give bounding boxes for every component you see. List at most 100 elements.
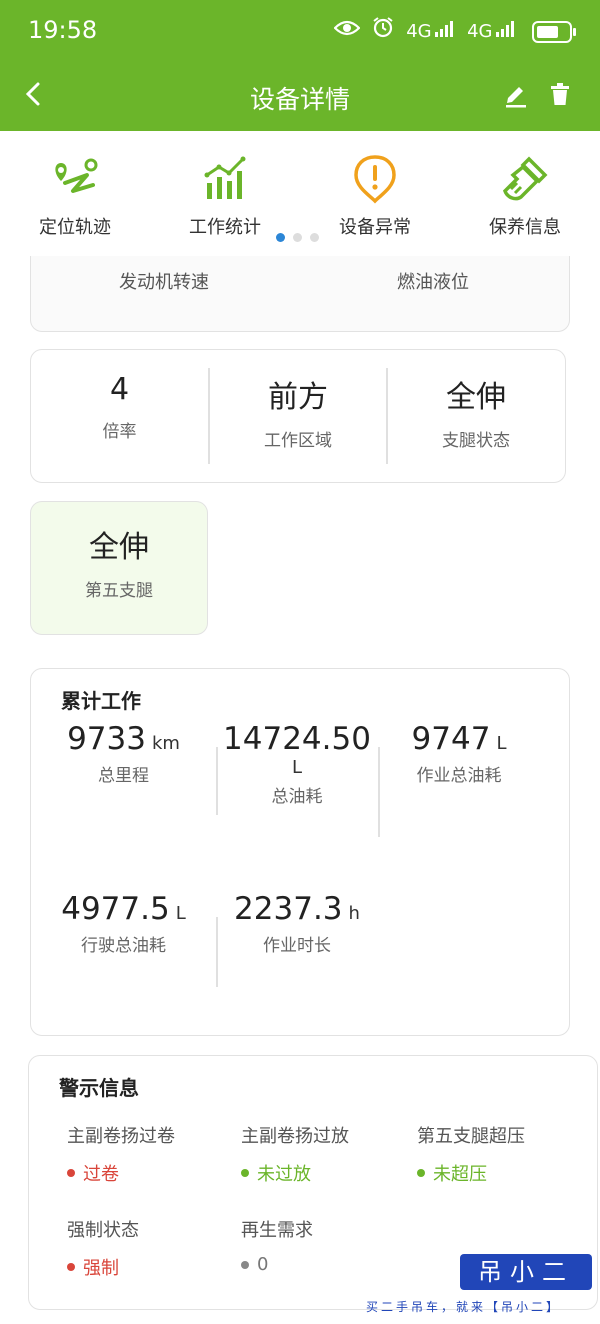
page-dot	[310, 233, 319, 242]
page-indicator	[276, 233, 319, 242]
warning-value: 0	[257, 1254, 269, 1275]
work-area-value: 前方	[268, 380, 328, 415]
stat-unit: h	[348, 903, 360, 924]
stat-unit: L	[291, 757, 303, 778]
warning-label: 第五支腿超压	[417, 1126, 525, 1147]
nav-label: 保养信息	[489, 217, 561, 238]
status-dot	[67, 1169, 75, 1177]
status-time: 19:58	[28, 16, 98, 44]
fifth-outrigger-card: 全伸 第五支腿	[30, 501, 208, 635]
status-dot	[241, 1169, 249, 1177]
work-mode-card: 4 倍率 前方 工作区域 全伸 支腿状态	[30, 349, 566, 483]
nav-maintenance[interactable]: 保养信息	[465, 153, 585, 239]
alarm-icon	[372, 16, 394, 47]
warning-item: 第五支腿超压 未超压	[417, 1122, 525, 1186]
warning-status: 未超压	[417, 1160, 525, 1186]
engine-speed-label: 发动机转速	[119, 272, 209, 293]
stat-label: 作业时长	[263, 936, 331, 956]
watermark: 吊小二 买二手吊车，就来【吊小二】	[360, 1254, 600, 1324]
quick-nav: 定位轨迹 工作统计 设备异常 保养信息	[0, 131, 600, 261]
fifth-outrigger-cell: 全伸 第五支腿	[31, 522, 207, 601]
stat-value: 4977.5	[61, 891, 170, 927]
work-area-label: 工作区域	[264, 431, 332, 451]
stat-unit: km	[151, 733, 180, 754]
warning-label: 主副卷扬过卷	[67, 1126, 175, 1147]
section-title: 累计工作	[61, 689, 141, 713]
stat-value: 9747	[411, 721, 491, 757]
nav-work-stats[interactable]: 工作统计	[165, 153, 285, 239]
warning-item: 主副卷扬过放 未过放	[241, 1122, 349, 1186]
multiplier-value: 4	[109, 372, 130, 407]
warning-item: 主副卷扬过卷 过卷	[67, 1122, 175, 1186]
status-dot	[241, 1260, 249, 1269]
stat-unit: L	[175, 903, 186, 924]
edit-button[interactable]	[502, 80, 534, 112]
location-track-icon	[55, 158, 98, 193]
work-hours-stat: 2237.3 h 作业时长	[217, 891, 377, 956]
warning-icon	[354, 155, 396, 204]
warning-value: 未过放	[257, 1164, 311, 1185]
pencil-icon	[506, 87, 526, 108]
nav-device-alarm[interactable]: 设备异常	[315, 153, 435, 239]
outrigger-state-label: 支腿状态	[442, 431, 510, 451]
outrigger-state-cell: 全伸 支腿状态	[387, 372, 565, 451]
nav-label: 定位轨迹	[39, 217, 111, 238]
app-bar: 设备详情	[0, 62, 600, 131]
warning-value: 强制	[83, 1258, 119, 1279]
warning-value: 过卷	[83, 1164, 119, 1185]
warning-label: 强制状态	[67, 1220, 139, 1241]
warning-item: 再生需求 0	[241, 1216, 313, 1275]
maintenance-brush-icon	[502, 156, 548, 201]
status-dot	[67, 1263, 75, 1271]
nav-label: 工作统计	[189, 217, 261, 238]
multiplier-cell: 4 倍率	[31, 372, 208, 442]
bar-chart-icon	[204, 156, 246, 199]
total-mileage-stat: 9733 km 总里程	[31, 721, 216, 786]
status-bar: 19:58 4G 4G	[0, 0, 600, 62]
work-area-cell: 前方 工作区域	[209, 372, 387, 451]
eye-icon	[333, 18, 361, 46]
status-dot	[417, 1169, 425, 1177]
warning-status: 过卷	[67, 1160, 175, 1186]
warning-status: 未过放	[241, 1160, 349, 1186]
outrigger-state-value: 全伸	[446, 380, 506, 415]
stat-value: 14724.50	[223, 721, 371, 757]
warning-label: 再生需求	[241, 1220, 313, 1241]
delete-button[interactable]	[546, 80, 578, 112]
battery-icon	[532, 20, 576, 43]
fifth-outrigger-value: 全伸	[89, 530, 149, 565]
stat-value: 2237.3	[234, 891, 343, 927]
fifth-outrigger-label: 第五支腿	[85, 581, 153, 601]
warning-status: 强制	[67, 1254, 139, 1280]
page-dot	[276, 233, 285, 242]
status-icons: 4G 4G	[333, 16, 576, 47]
battery-level	[537, 25, 558, 38]
work-fuel-stat: 9747 L 作业总油耗	[379, 721, 539, 786]
stat-unit: L	[496, 733, 507, 754]
warning-label: 主副卷扬过放	[241, 1126, 349, 1147]
nav-label: 设备异常	[339, 217, 411, 238]
multiplier-label: 倍率	[102, 422, 137, 442]
network-label-1: 4G	[406, 20, 432, 42]
stat-label: 总里程	[98, 766, 149, 786]
accumulated-work-card: 累计工作 9733 km 总里程 14724.50 L 总油耗 9747 L 作业总…	[30, 668, 570, 1036]
stat-label: 作业总油耗	[416, 766, 502, 786]
nav-location-track[interactable]: 定位轨迹	[15, 153, 135, 239]
warning-status: 0	[241, 1254, 313, 1275]
signal-1-icon: 4G	[406, 18, 455, 46]
signal-2-icon: 4G	[467, 18, 520, 46]
stat-label: 总油耗	[271, 787, 323, 807]
engine-fuel-card: 发动机转速 燃油液位	[30, 256, 570, 332]
warning-item: 强制状态 强制	[67, 1216, 139, 1280]
stat-value: 9733	[67, 721, 146, 757]
fuel-level-label: 燃油液位	[397, 272, 469, 293]
warning-value: 未超压	[433, 1164, 487, 1185]
watermark-badge: 吊小二	[460, 1254, 592, 1290]
network-label-2: 4G	[467, 20, 493, 42]
total-fuel-stat: 14724.50 L 总油耗	[217, 721, 377, 807]
trash-icon	[551, 83, 569, 105]
section-title: 警示信息	[59, 1076, 139, 1100]
watermark-slogan: 买二手吊车，就来【吊小二】	[366, 1300, 562, 1314]
travel-fuel-stat: 4977.5 L 行驶总油耗	[31, 891, 216, 956]
page-dot	[293, 233, 302, 242]
